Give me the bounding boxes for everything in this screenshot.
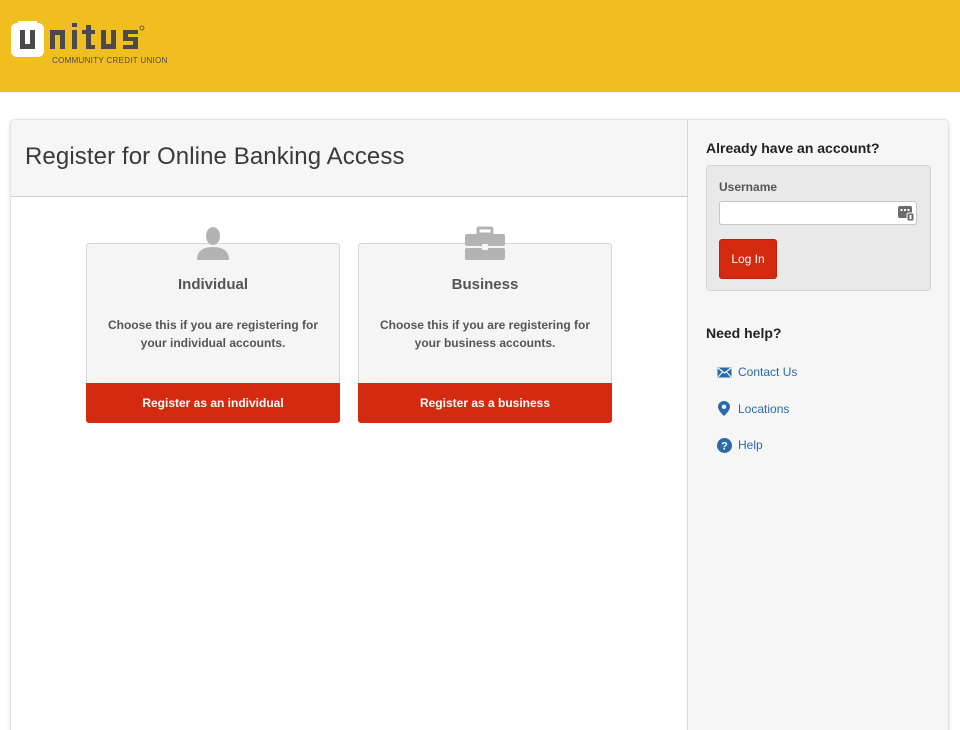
contact-us-link[interactable]: Contact Us (716, 363, 797, 381)
map-pin-icon (716, 401, 732, 417)
card-description: Choose this if you are registering for y… (379, 318, 591, 350)
register-individual-button[interactable]: Register as an individual (86, 383, 340, 423)
registration-panel: Register for Online Banking Access Indiv… (10, 119, 949, 730)
card-description: Choose this if you are registering for y… (107, 318, 319, 350)
username-label: Username (719, 180, 778, 194)
question-circle-icon: ? (716, 437, 732, 453)
svg-text:?: ? (721, 440, 728, 452)
login-heading: Already have an account? (706, 140, 880, 156)
unitus-logo[interactable]: unitus COMMUNITY CREDIT UNION (10, 20, 185, 70)
contact-us-label: Contact Us (738, 365, 798, 379)
login-form: Username Log In (706, 165, 931, 291)
logo-tagline: COMMUNITY CREDIT UNION (52, 56, 168, 65)
sidebar: Already have an account? Username Log In… (687, 120, 948, 730)
page-title: Register for Online Banking Access (25, 143, 405, 170)
keypad-icon[interactable] (898, 205, 915, 222)
locations-link[interactable]: Locations (716, 400, 797, 418)
briefcase-icon (464, 226, 506, 265)
help-heading: Need help? (706, 325, 782, 341)
help-label: Help (738, 438, 763, 452)
envelope-icon (716, 364, 732, 380)
card-title: Individual (177, 276, 248, 293)
person-icon (195, 226, 231, 265)
help-link[interactable]: ? Help (716, 436, 797, 454)
business-card: Business Choose this if you are register… (358, 226, 612, 423)
card-title: Business (451, 276, 519, 293)
register-business-button[interactable]: Register as a business (358, 383, 612, 423)
main-header: Register for Online Banking Access (11, 120, 687, 197)
site-header: unitus COMMUNITY CREDIT UNION (0, 0, 960, 92)
login-button[interactable]: Log In (719, 239, 777, 279)
help-links: Contact Us Locations ? Help (716, 363, 797, 473)
username-input[interactable] (719, 201, 917, 225)
individual-card: Individual Choose this if you are regist… (86, 227, 340, 423)
locations-label: Locations (738, 401, 790, 416)
